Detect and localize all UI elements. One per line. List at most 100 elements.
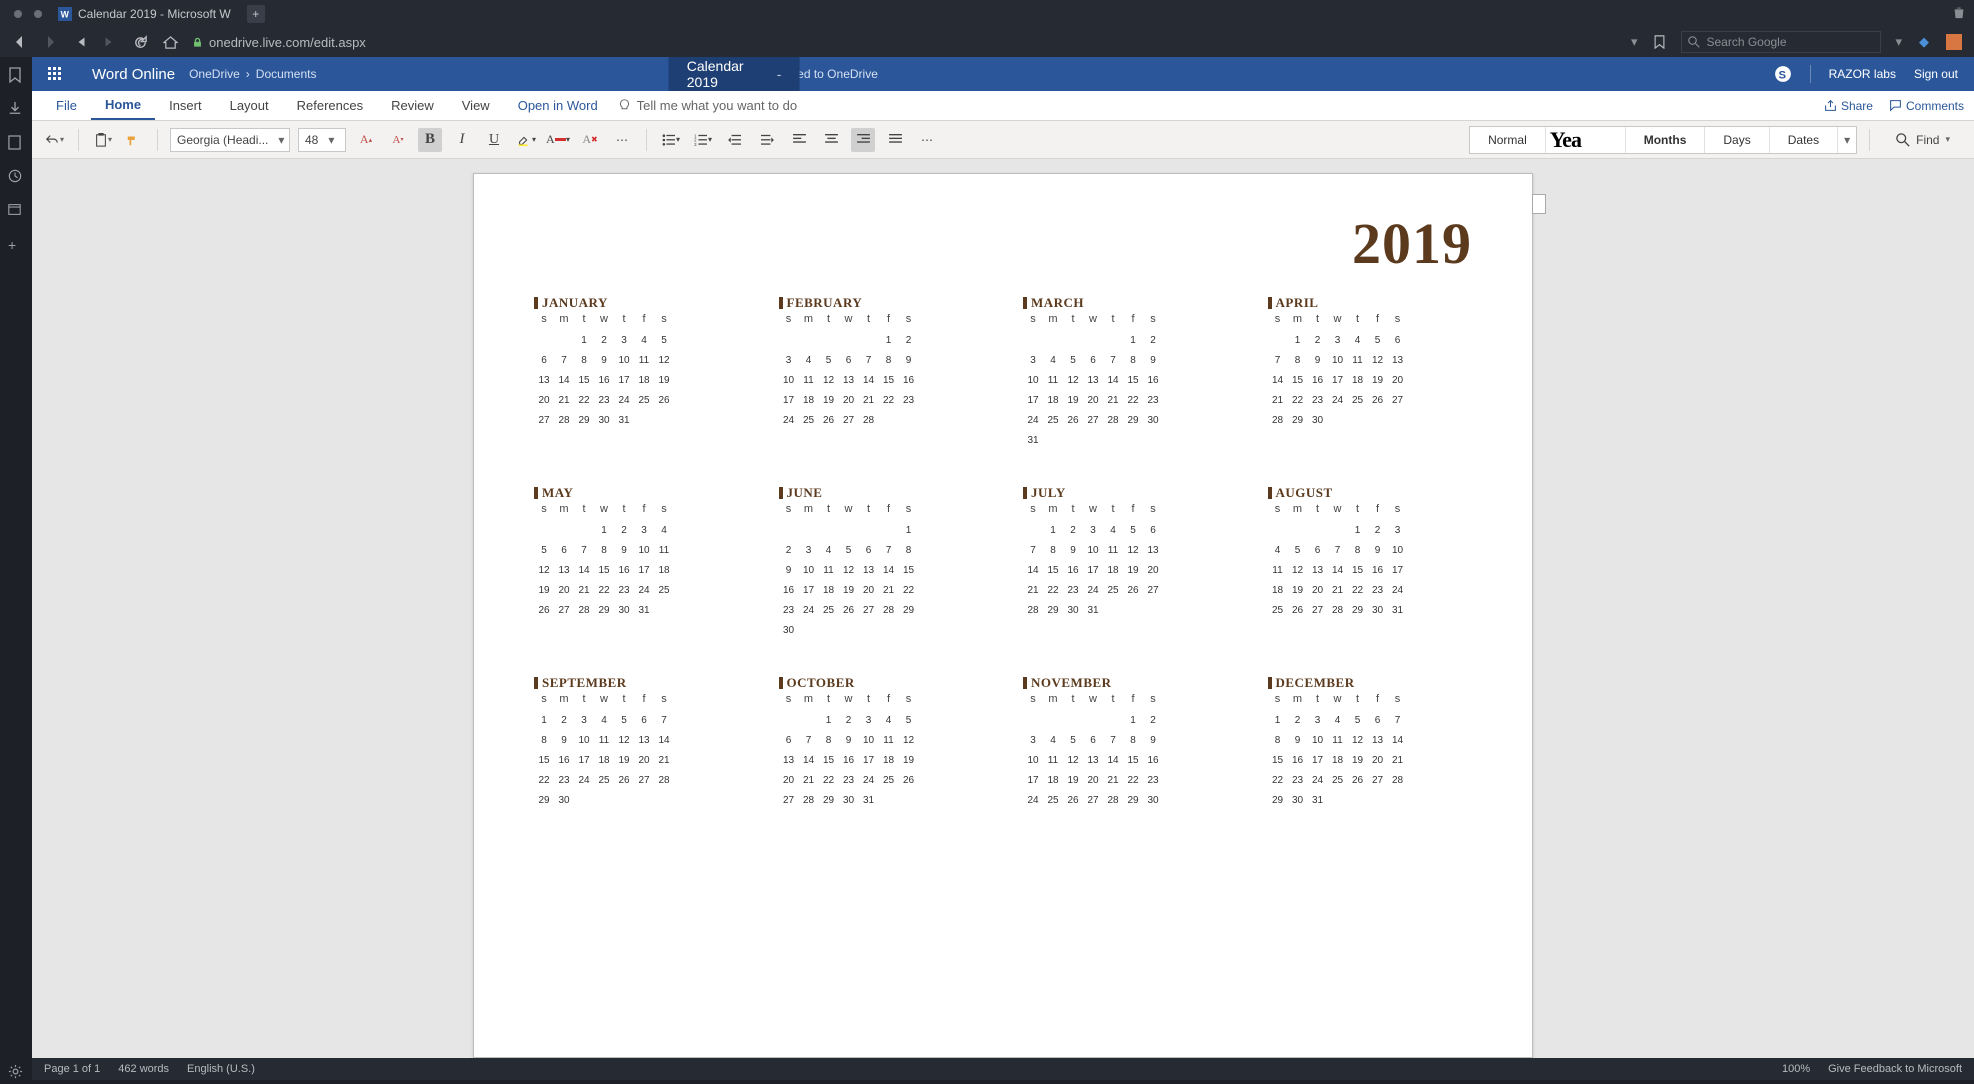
back-icon[interactable] xyxy=(12,34,28,50)
caret-down-icon[interactable]: ▾ xyxy=(1895,34,1902,50)
align-justify-button[interactable] xyxy=(883,128,907,152)
feedback-link[interactable]: Give Feedback to Microsoft xyxy=(1828,1063,1962,1075)
bulb-icon xyxy=(618,99,631,112)
page-indicator[interactable]: Page 1 of 1 xyxy=(44,1063,100,1075)
font-size-combo[interactable]: 48 ▾ xyxy=(298,128,346,152)
tab-layout[interactable]: Layout xyxy=(216,91,283,120)
style-normal[interactable]: Normal xyxy=(1470,127,1546,153)
forward-icon[interactable] xyxy=(42,34,58,50)
day-cell: 25 xyxy=(1268,605,1288,619)
style-months[interactable]: Months xyxy=(1626,127,1706,153)
more-font-button[interactable]: ⋯ xyxy=(610,128,634,152)
day-empty xyxy=(819,525,839,539)
dow-label: t xyxy=(1063,503,1083,515)
more-para-button[interactable]: ⋯ xyxy=(915,128,939,152)
tab-file[interactable]: File xyxy=(42,91,91,120)
crumb-documents[interactable]: Documents xyxy=(256,67,317,81)
paste-button[interactable]: ▾ xyxy=(91,128,115,152)
bold-button[interactable]: B xyxy=(418,128,442,152)
avatar-icon[interactable] xyxy=(1946,34,1962,50)
outdent-button[interactable] xyxy=(723,128,747,152)
underline-button[interactable]: U xyxy=(482,128,506,152)
indent-button[interactable] xyxy=(755,128,779,152)
tell-me-box[interactable]: Tell me what you want to do xyxy=(618,98,797,113)
day-cell: 4 xyxy=(1348,335,1368,349)
new-tab-button[interactable]: + xyxy=(247,5,265,23)
tab-insert[interactable]: Insert xyxy=(155,91,216,120)
note-icon[interactable] xyxy=(8,135,24,151)
day-cell: 11 xyxy=(799,375,819,389)
reload-icon[interactable] xyxy=(132,34,148,50)
document-title[interactable]: Calendar 2019 - xyxy=(669,57,800,91)
day-cell: 18 xyxy=(1043,775,1063,789)
download-icon[interactable] xyxy=(8,101,24,117)
gear-icon[interactable] xyxy=(8,1064,24,1080)
bookmark-icon[interactable] xyxy=(8,67,24,83)
language-indicator[interactable]: English (U.S.) xyxy=(187,1063,255,1075)
day-cell: 27 xyxy=(1083,795,1103,809)
grow-font-button[interactable]: A▴ xyxy=(354,128,378,152)
day-cell: 15 xyxy=(594,565,614,579)
signout-link[interactable]: Sign out xyxy=(1914,67,1958,81)
app-launcher-button[interactable] xyxy=(32,57,78,91)
document-canvas[interactable]: 2019 JANUARYsmtwtfs123456789101112131415… xyxy=(32,159,1974,1058)
dow-label: f xyxy=(1123,313,1143,325)
dow-label: t xyxy=(1103,503,1123,515)
browser-tabbar: W Calendar 2019 - Microsoft W + xyxy=(0,0,1974,27)
fastfwd-icon[interactable] xyxy=(102,34,118,50)
highlight-button[interactable]: ▾ xyxy=(514,128,538,152)
zoom-level[interactable]: 100% xyxy=(1782,1063,1810,1075)
add-panel-icon[interactable]: + xyxy=(8,237,24,253)
user-label[interactable]: RAZOR labs xyxy=(1829,67,1896,81)
numbering-button[interactable]: 123▾ xyxy=(691,128,715,152)
style-dates[interactable]: Dates xyxy=(1770,127,1838,153)
undo-button[interactable]: ▾ xyxy=(42,128,66,152)
crumb-onedrive[interactable]: OneDrive xyxy=(189,67,240,81)
history-icon[interactable] xyxy=(8,169,24,185)
comments-button[interactable]: Comments xyxy=(1889,99,1964,113)
day-cell: 1 xyxy=(1123,715,1143,729)
tab-view[interactable]: View xyxy=(448,91,504,120)
bullets-button[interactable]: ▾ xyxy=(659,128,683,152)
day-cell: 5 xyxy=(1288,545,1308,559)
clear-format-button[interactable]: A✖ xyxy=(578,128,602,152)
styles-gallery[interactable]: Normal Yea Months Days Dates ▾ xyxy=(1469,126,1857,154)
month-title: DECEMBER xyxy=(1268,675,1473,691)
day-cell: 21 xyxy=(859,395,879,409)
italic-button[interactable]: I xyxy=(450,128,474,152)
share-button[interactable]: Share xyxy=(1824,99,1873,113)
browser-tab[interactable]: W Calendar 2019 - Microsoft W xyxy=(48,0,241,27)
align-right-button[interactable] xyxy=(851,128,875,152)
word-count[interactable]: 462 words xyxy=(118,1063,169,1075)
open-in-word[interactable]: Open in Word xyxy=(504,91,612,120)
day-cell: 9 xyxy=(554,735,574,749)
tab-references[interactable]: References xyxy=(283,91,377,120)
url-bar[interactable]: onedrive.live.com/edit.aspx xyxy=(192,35,366,50)
shrink-font-button[interactable]: A▾ xyxy=(386,128,410,152)
bookmark-icon[interactable] xyxy=(1651,34,1667,50)
align-center-button[interactable] xyxy=(819,128,843,152)
caret-down-icon[interactable]: ▾ xyxy=(1631,34,1638,50)
extension-icon[interactable]: ◆ xyxy=(1916,34,1932,50)
trash-icon[interactable] xyxy=(1952,5,1966,22)
lock-icon xyxy=(192,37,203,48)
style-year[interactable]: Yea xyxy=(1546,127,1626,153)
find-button[interactable]: Find ▾ xyxy=(1882,133,1964,147)
font-family-combo[interactable]: Georgia (Headi... ▾ xyxy=(170,128,290,152)
font-color-button[interactable]: A▾ xyxy=(546,128,570,152)
month-title: JULY xyxy=(1023,485,1228,501)
font-size-value: 48 xyxy=(299,133,324,147)
format-painter-button[interactable] xyxy=(121,128,145,152)
search-box[interactable]: Search Google xyxy=(1681,31,1881,53)
day-cell: 29 xyxy=(899,605,919,619)
home-icon[interactable] xyxy=(162,34,178,50)
margin-handle[interactable] xyxy=(1532,194,1546,214)
window-icon[interactable] xyxy=(8,203,24,219)
tab-home[interactable]: Home xyxy=(91,91,155,120)
rewind-icon[interactable] xyxy=(72,34,88,50)
align-left-button[interactable] xyxy=(787,128,811,152)
skype-icon[interactable]: S xyxy=(1774,65,1792,83)
style-days[interactable]: Days xyxy=(1705,127,1769,153)
caret-down-icon[interactable]: ▾ xyxy=(1838,133,1856,147)
tab-review[interactable]: Review xyxy=(377,91,448,120)
